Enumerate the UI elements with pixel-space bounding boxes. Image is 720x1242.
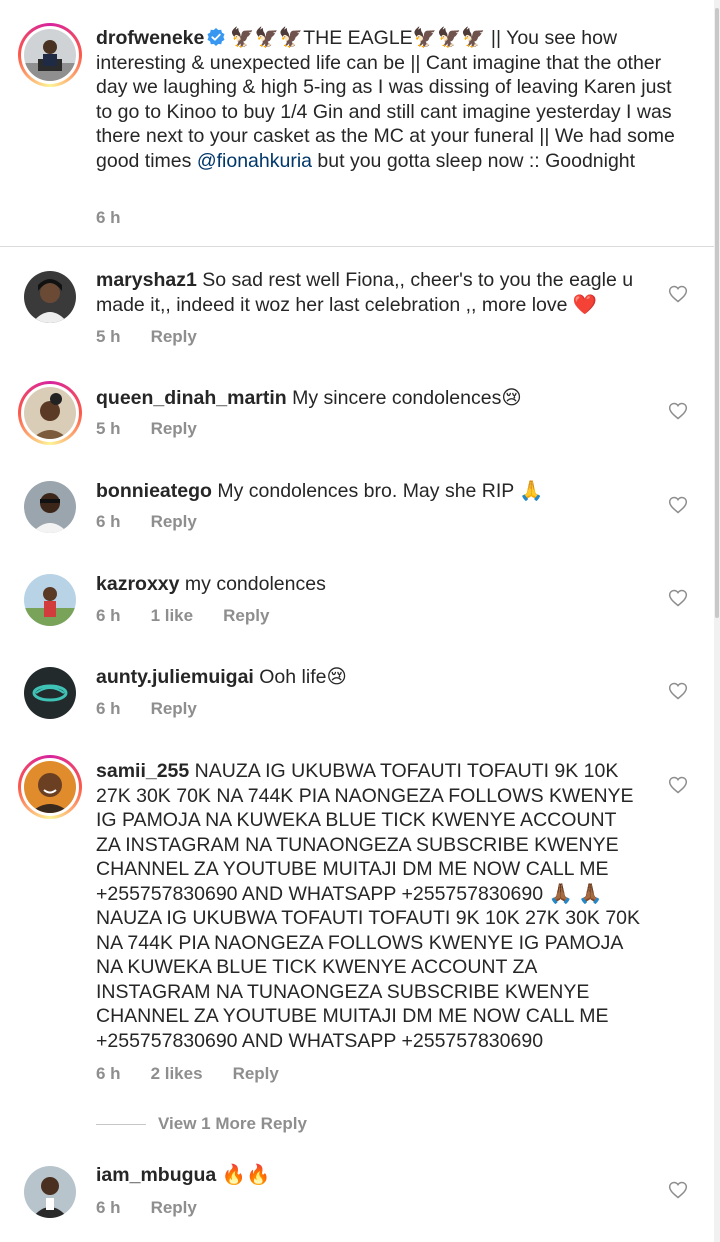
reply-button[interactable]: Reply	[151, 327, 197, 346]
comment-time: 5 h	[96, 327, 121, 346]
caption-text: drofweneke 🦅🦅🦅THE EAGLE🦅🦅🦅 || You see how…	[96, 26, 676, 173]
comment-body: My condolences bro. May she RIP 🙏	[217, 480, 544, 502]
scrollbar[interactable]	[714, 0, 720, 1242]
commenter-avatar[interactable]	[24, 574, 76, 626]
commenter-avatar[interactable]	[18, 755, 82, 819]
comment-username[interactable]: aunty.juliemuigai	[96, 666, 254, 688]
commenter-avatar[interactable]	[24, 667, 76, 719]
comment-username[interactable]: maryshaz1	[96, 269, 197, 291]
comment-text: maryshaz1 So sad rest well Fiona,, cheer…	[96, 268, 656, 317]
commenter-avatar[interactable]	[24, 271, 76, 323]
comment-meta: 6 h Reply	[96, 512, 227, 532]
comment-time: 6 h	[96, 699, 121, 718]
comment-meta: 6 h 2 likes Reply	[96, 1064, 309, 1084]
heart-outline-icon[interactable]	[668, 588, 688, 608]
scrollbar-thumb[interactable]	[715, 8, 719, 618]
comment-body: 🔥🔥	[221, 1164, 271, 1186]
caption-meta: 6 h	[96, 208, 151, 228]
heart-outline-icon[interactable]	[668, 775, 688, 795]
comment-body: my condolences	[184, 573, 326, 595]
comment-text: queen_dinah_martin My sincere condolence…	[96, 386, 656, 411]
caption-body-end: but you gotta sleep now :: Goodnight	[312, 149, 636, 172]
comment-meta: 5 h Reply	[96, 327, 227, 347]
comment-time: 6 h	[96, 1064, 121, 1083]
comment-meta: 5 h Reply	[96, 419, 227, 439]
caption-avatar[interactable]	[18, 23, 82, 87]
commenter-avatar[interactable]	[24, 1166, 76, 1218]
post-caption: drofweneke 🦅🦅🦅THE EAGLE🦅🦅🦅 || You see how…	[0, 0, 714, 247]
comment-body: My sincere condolences😢	[292, 387, 522, 409]
heart-outline-icon[interactable]	[668, 401, 688, 421]
reply-button[interactable]: Reply	[223, 606, 269, 625]
caption-time: 6 h	[96, 208, 121, 227]
view-more-divider	[96, 1123, 146, 1125]
comment-text: bonnieatego My condolences bro. May she …	[96, 479, 656, 504]
comment-time: 5 h	[96, 419, 121, 438]
comment-time: 6 h	[96, 606, 121, 625]
comment-username[interactable]: queen_dinah_martin	[96, 387, 287, 409]
heart-outline-icon[interactable]	[668, 284, 688, 304]
comment-text: samii_255 NAUZA IG UKUBWA TOFAUTI TOFAUT…	[96, 759, 644, 1053]
reply-button[interactable]: Reply	[151, 512, 197, 531]
view-more-replies-button[interactable]: View 1 More Reply	[96, 1112, 307, 1136]
comment-time: 6 h	[96, 1198, 121, 1217]
comment-body: NAUZA IG UKUBWA TOFAUTI TOFAUTI 9K 10K 2…	[96, 760, 641, 1052]
commenter-avatar[interactable]	[24, 481, 76, 533]
comment-text: iam_mbugua 🔥🔥	[96, 1163, 656, 1188]
comment-meta: 6 h 1 like Reply	[96, 606, 299, 626]
comment-text: kazroxxy my condolences	[96, 572, 656, 597]
heart-outline-icon[interactable]	[668, 681, 688, 701]
comment-username[interactable]: iam_mbugua	[96, 1164, 216, 1186]
comment-time: 6 h	[96, 512, 121, 531]
commenter-avatar[interactable]	[18, 381, 82, 445]
caption-username[interactable]: drofweneke	[96, 27, 204, 49]
comment-text: aunty.juliemuigai Ooh life😢	[96, 665, 656, 690]
reply-button[interactable]: Reply	[151, 699, 197, 718]
comment-likes[interactable]: 2 likes	[151, 1064, 203, 1083]
caption-mention[interactable]: @fionahkuria	[197, 150, 312, 172]
comment-username[interactable]: samii_255	[96, 760, 189, 782]
verified-badge-icon	[207, 28, 225, 46]
comment-body: Ooh life😢	[259, 666, 347, 688]
comment-meta: 6 h Reply	[96, 1198, 227, 1218]
comment-likes[interactable]: 1 like	[151, 606, 194, 625]
comment-meta: 6 h Reply	[96, 699, 227, 719]
heart-outline-icon[interactable]	[668, 495, 688, 515]
reply-button[interactable]: Reply	[151, 419, 197, 438]
comment-username[interactable]: bonnieatego	[96, 480, 212, 502]
reply-button[interactable]: Reply	[151, 1198, 197, 1217]
comment-username[interactable]: kazroxxy	[96, 573, 179, 595]
view-more-replies-label[interactable]: View 1 More Reply	[158, 1114, 307, 1134]
reply-button[interactable]: Reply	[233, 1064, 279, 1083]
heart-outline-icon[interactable]	[668, 1180, 688, 1200]
